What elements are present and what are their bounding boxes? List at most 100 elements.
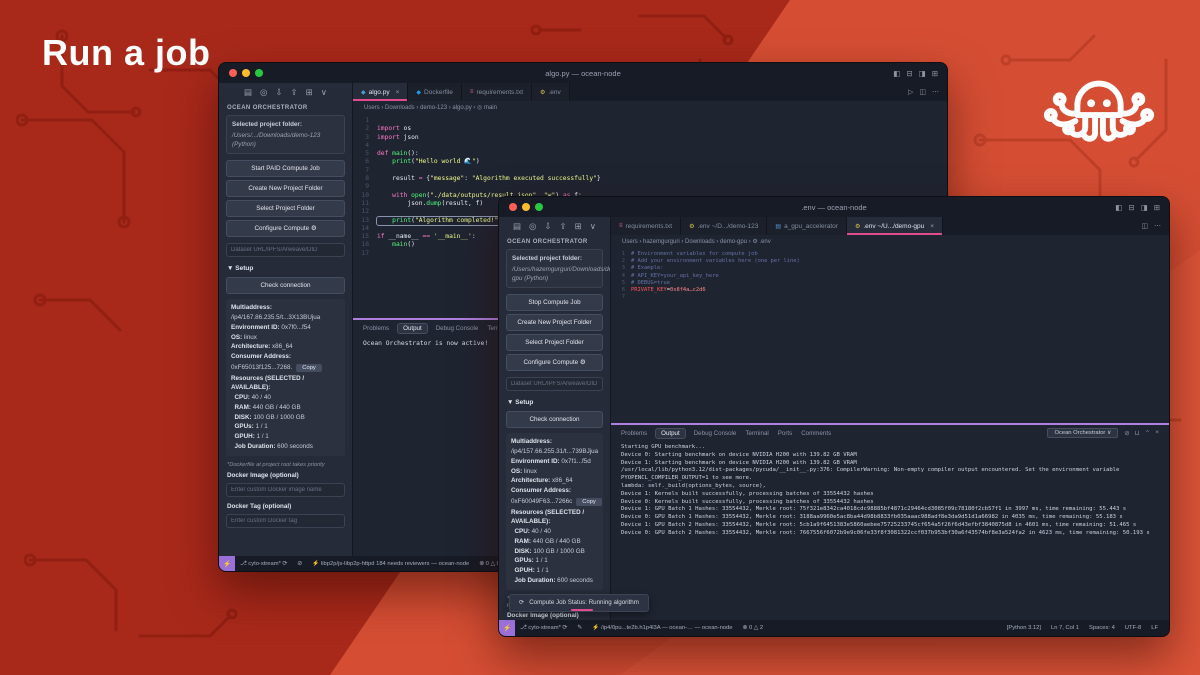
editor-tab-requirements-txt[interactable]: ≡requirements.txt [462,83,532,101]
line-number: 3 [353,134,377,142]
select-project-folder-button[interactable]: Select Project Folder [506,334,603,351]
panel-tab-output[interactable]: Output [656,429,685,438]
editor-tab-dockerfile[interactable]: ◆Dockerfile [408,83,462,101]
customize-layout-icon[interactable]: ⊞ [932,69,938,78]
minimize-button[interactable] [522,203,530,211]
split-editor-icon[interactable]: ◫ [919,88,926,96]
statusbar-item[interactable]: Spaces: 4 [1089,625,1115,631]
chevron-down-icon[interactable]: ∨ [321,87,327,98]
close-icon[interactable]: × [396,89,400,96]
docker-image-input[interactable] [226,483,345,497]
statusbar-item[interactable]: ⚡ /ip4/0pu...te2b.h1p4l3A — ocean-… — oc… [592,625,732,631]
output-channel-select[interactable]: Ocean Orchestrator ∨ [1047,428,1118,438]
zoom-button[interactable] [535,203,543,211]
export-icon[interactable]: ⇪ [560,221,567,232]
panel-tab-problems[interactable]: Problems [363,325,389,332]
close-button[interactable] [509,203,517,211]
setup-section-header[interactable]: ▼ Setup [499,394,610,408]
editor-tab-a-gpu-accelerator[interactable]: ▤a_gpu_accelerator [767,217,847,235]
statusbar-item[interactable]: ⎇ cyto-stream* ⟳ [240,561,287,567]
start-paid-compute-job-button[interactable]: Start PAID Compute Job [226,160,345,177]
export-icon[interactable]: ⇪ [291,87,298,98]
panel-tab-debug-console[interactable]: Debug Console [436,325,479,332]
breadcrumb[interactable]: Users › Downloads › demo-123 › algo.py ›… [353,101,947,114]
toggle-panel-left-icon[interactable]: ◧ [1115,203,1122,212]
statusbar-item[interactable]: ⊗ 0 △ 0 [479,561,500,567]
zoom-button[interactable] [255,69,263,77]
code-editor[interactable]: 1# Environment variables for compute job… [611,248,1169,423]
docker-image-label: Docker Image (optional) [507,612,602,619]
compute-job-status-toast[interactable]: ⟳ Compute Job Status: Running algorithm [509,594,649,612]
panel-tab-output[interactable]: Output [398,324,427,333]
copy-address-button[interactable]: Copy [576,498,602,506]
setup-section-header[interactable]: ▼ Setup [219,260,352,274]
statusbar-item[interactable]: ⎇ cyto-stream* ⟳ [520,625,567,631]
remote-indicator[interactable]: ⚡ [219,556,235,571]
clear-output-icon[interactable]: ⊘ [1124,429,1129,437]
configure-compute-button[interactable]: Configure Compute ⚙ [226,220,345,237]
line-number: 6 [611,287,631,294]
panel-tab-ports[interactable]: Ports [778,430,792,437]
toggle-panel-bottom-icon[interactable]: ⊟ [1128,203,1134,212]
create-new-project-folder-button[interactable]: Create New Project Folder [226,180,345,197]
panel-tab-terminal[interactable]: Terminal [745,430,768,437]
split-editor-icon[interactable]: ◫ [1141,222,1148,230]
statusbar-item[interactable]: ⊗ 0 △ 2 [742,625,763,631]
breadcrumb[interactable]: Users › hazemgurguri › Downloads › demo-… [611,235,1169,248]
customize-layout-icon[interactable]: ⊞ [1154,203,1160,212]
chevron-down-icon[interactable]: ∨ [590,221,596,232]
info-line: Resources (SELECTED / AVAILABLE): [231,374,340,394]
stop-compute-job-button[interactable]: Stop Compute Job [506,294,603,311]
toggle-panel-right-icon[interactable]: ◨ [919,69,926,78]
dataset-input[interactable] [506,377,603,391]
statusbar-item[interactable]: UTF-8 [1125,625,1141,631]
output-line: Device 1: GPU Batch 2 Hashes: 33554432, … [621,522,1159,530]
editor-tab-algo-py[interactable]: ◆algo.py× [353,83,408,101]
statusbar-item[interactable]: [Python 3.12] [1007,625,1041,631]
panel-tab-comments[interactable]: Comments [801,430,831,437]
extensions-icon[interactable]: ⊞ [306,87,313,98]
close-button[interactable] [229,69,237,77]
more-actions-icon[interactable]: ⋯ [932,88,939,96]
editor-tab-env[interactable]: ⚙.env [532,83,570,101]
toggle-panel-left-icon[interactable]: ◧ [893,69,900,78]
panel-tab-problems[interactable]: Problems [621,430,647,437]
extensions-icon[interactable]: ⊞ [575,221,582,232]
editor-tab-env-d-demo-123[interactable]: ⚙.env ~/D.../demo-123 [681,217,767,235]
search-icon[interactable]: ◎ [260,87,267,98]
check-connection-button[interactable]: Check connection [506,411,603,428]
statusbar-item[interactable]: ⚡ libp2p/js-libp2p-httpd 184 needs revie… [312,561,469,567]
docker-tag-input[interactable] [226,514,345,528]
toggle-panel-right-icon[interactable]: ◨ [1141,203,1148,212]
panel-tab-debug-console[interactable]: Debug Console [694,430,737,437]
configure-compute-button[interactable]: Configure Compute ⚙ [506,354,603,371]
lock-scroll-icon[interactable]: ⊔ [1135,429,1140,437]
files-icon[interactable]: ▤ [513,221,521,232]
remote-indicator[interactable]: ⚡ [499,620,515,636]
maximize-panel-icon[interactable]: ⌃ [1145,429,1150,437]
check-connection-button[interactable]: Check connection [226,277,345,294]
statusbar-item[interactable]: ✎ [577,625,582,631]
statusbar-item[interactable]: ⊘ [297,561,302,567]
download-icon[interactable]: ⇩ [544,221,551,232]
close-icon[interactable]: × [930,223,934,230]
run-button[interactable]: ▷ [908,88,913,96]
copy-address-button[interactable]: Copy [296,364,322,372]
editor-tab-requirements-txt[interactable]: ≡requirements.txt [611,217,681,235]
output-content[interactable]: Starting GPU benchmark...Device 0: Start… [611,441,1169,620]
dataset-input[interactable] [226,243,345,257]
search-icon[interactable]: ◎ [529,221,536,232]
info-line: /ip4/167.86.235.5/t...3X13BUjua [231,313,340,323]
minimize-button[interactable] [242,69,250,77]
more-actions-icon[interactable]: ⋯ [1154,222,1161,230]
files-icon[interactable]: ▤ [244,87,252,98]
select-project-folder-button[interactable]: Select Project Folder [226,200,345,217]
close-panel-icon[interactable]: × [1155,429,1159,437]
statusbar-item[interactable]: LF [1151,625,1158,631]
editor-tab-env-u-demo-gpu[interactable]: ⚙.env ~/U.../demo-gpu× [847,217,943,235]
download-icon[interactable]: ⇩ [275,87,282,98]
statusbar-item[interactable]: Ln 7, Col 1 [1051,625,1079,631]
toggle-panel-bottom-icon[interactable]: ⊟ [906,69,912,78]
consumer-address-value: 0xF65013f125...7268. [231,363,292,373]
create-new-project-folder-button[interactable]: Create New Project Folder [506,314,603,331]
